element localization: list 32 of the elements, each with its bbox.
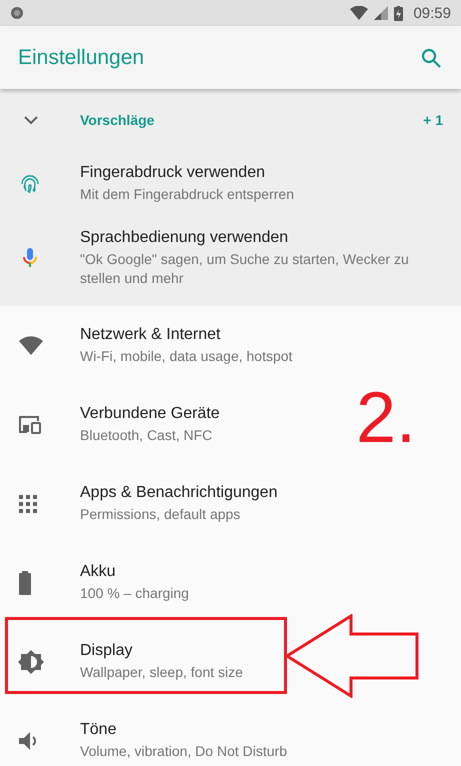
setting-description: Volume, vibration, Do Not Disturb [80,742,287,760]
battery-charging-icon [394,6,404,20]
setting-description: Wallpaper, sleep, font size [80,662,243,682]
setting-title: Display [80,642,134,660]
clock: 09:59 [413,4,451,22]
setting-title: Fingerabdruck verwenden [80,164,266,182]
wifi-icon [350,6,368,20]
search-icon [421,48,441,68]
setting-description: Bluetooth, Cast, NFC [80,426,214,444]
signal-icon [374,6,388,20]
setting-title: Netzwerk & Internet [80,326,222,344]
setting-description: Permissions, default apps [80,504,242,524]
setting-title: Verbundene Geräte [80,404,220,422]
setting-description: 100 % – charging [80,584,189,602]
suggestions-count: + 1 [423,112,443,128]
wifi-icon [18,334,44,356]
setting-title: Töne [80,720,118,738]
suggestions-header[interactable]: Vorschläge + 1 [0,89,461,150]
setting-description: Wi-Fi, mobile, data usage, hotspot [80,346,292,366]
notification-dot-icon [10,6,24,20]
devices-icon [18,414,44,436]
brightness-icon [18,648,44,674]
setting-title: Apps & Benachrichtigungen [80,484,278,502]
step-number: 2. [356,382,416,454]
setting-description: Mit dem Fingerabdruck entsperren [80,185,294,204]
suggestions-label: Vorschläge [80,112,156,128]
setting-description: "Ok Google" sagen, um Suche zu starten, Wecker zu stellen und mehr [80,250,410,288]
battery-icon [18,570,32,594]
setting-title: Sprachbedienung verwenden [80,228,290,246]
setting-title: Akku [80,562,117,580]
grid-icon [18,494,38,514]
screen-title: Einstellungen [18,46,146,70]
